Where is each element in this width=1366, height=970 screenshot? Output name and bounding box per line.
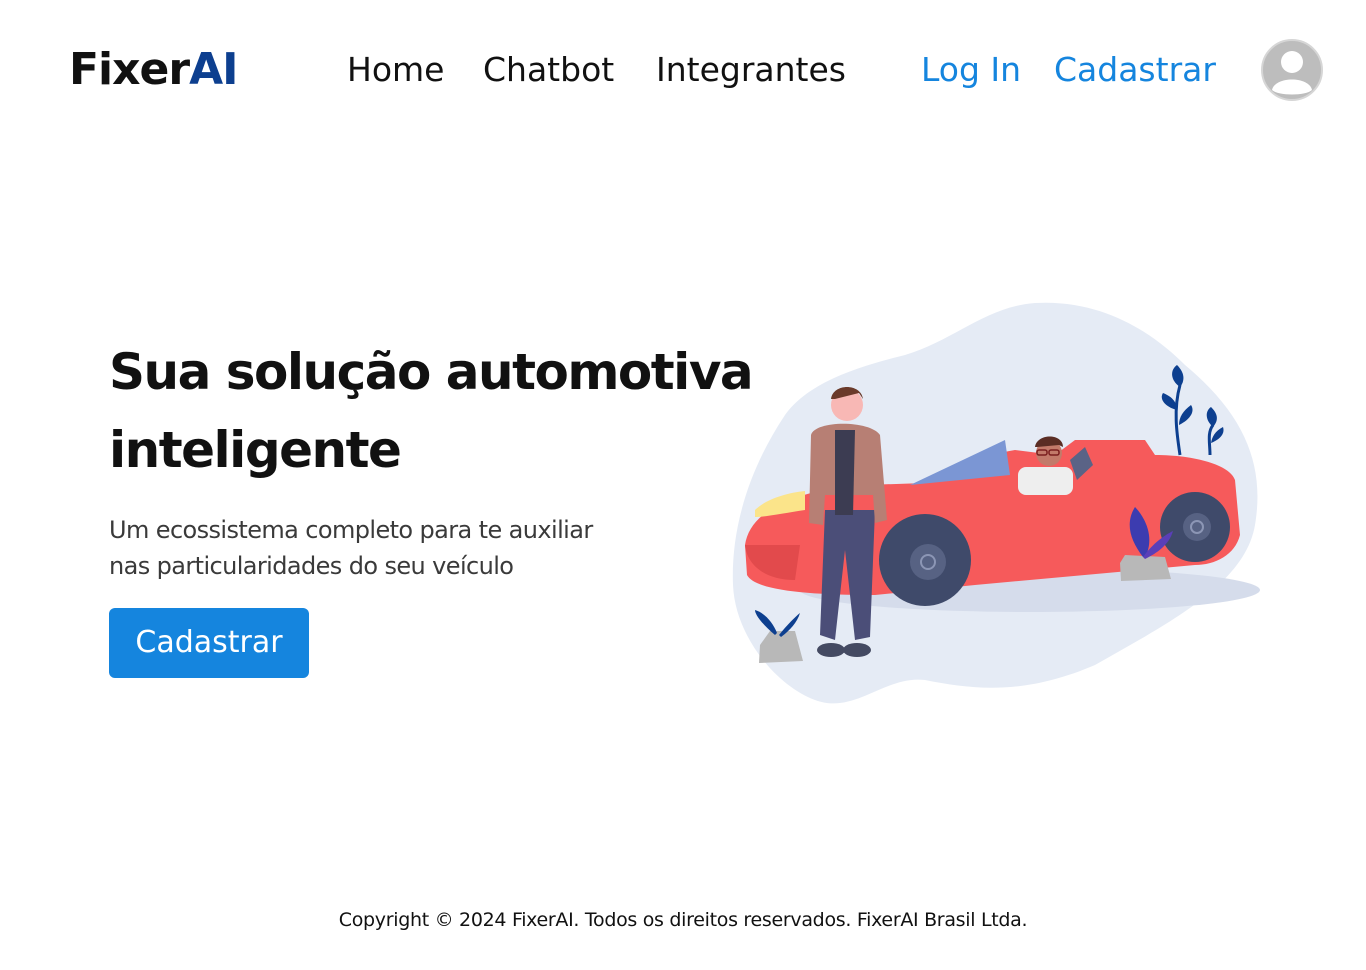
signup-cta-button[interactable]: Cadastrar	[109, 608, 309, 678]
copyright-text: Copyright © 2024 FixerAI. Todos os direi…	[338, 909, 1028, 931]
signup-link[interactable]: Cadastrar	[1054, 48, 1216, 92]
user-avatar-icon[interactable]	[1260, 38, 1324, 102]
login-link[interactable]: Log In	[921, 48, 1021, 92]
hero-title-line2: inteligente	[109, 421, 402, 479]
site-footer: Copyright © 2024 FixerAI. Todos os direi…	[0, 906, 1366, 934]
hero-subtitle-line2: nas particularidades do seu veículo	[109, 552, 514, 580]
nav-link-integrantes[interactable]: Integrantes	[656, 48, 846, 92]
brand-name-part2: AI	[189, 44, 238, 95]
hero-illustration	[725, 295, 1265, 715]
hero-title: Sua solução automotiva inteligente	[109, 333, 809, 489]
brand-name-part1: Fixer	[69, 44, 190, 95]
brand-logo[interactable]: FixerAI	[69, 42, 239, 98]
nav-link-chatbot[interactable]: Chatbot	[483, 48, 614, 92]
hero-title-line1: Sua solução automotiva	[109, 343, 754, 401]
nav-link-home[interactable]: Home	[347, 48, 444, 92]
hero-subtitle: Um ecossistema completo para te auxiliar…	[109, 512, 669, 584]
hero-subtitle-line1: Um ecossistema completo para te auxiliar	[109, 516, 593, 544]
